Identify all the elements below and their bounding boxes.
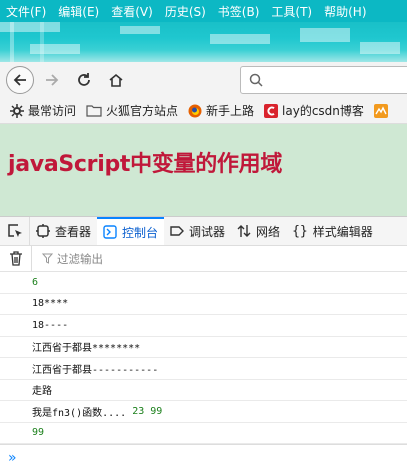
menu-view[interactable]: 查看(V) bbox=[111, 3, 153, 20]
firefox-icon bbox=[188, 104, 202, 118]
gear-icon bbox=[10, 103, 24, 118]
bookmark-most-visited[interactable]: 最常访问 bbox=[10, 102, 76, 119]
filter-icon bbox=[42, 253, 53, 264]
console-input[interactable]: » bbox=[0, 444, 407, 470]
console-row: 18**** bbox=[0, 294, 407, 315]
console-row: 江西省于都县----------- bbox=[0, 358, 407, 380]
console-number: 6 bbox=[32, 276, 39, 288]
trash-icon bbox=[9, 251, 22, 266]
page-content: javaScript中变量的作用域 bbox=[0, 124, 407, 216]
console-text: 18---- bbox=[32, 319, 69, 331]
console-number: 99 bbox=[32, 427, 45, 439]
bookmark-label: 火狐官方站点 bbox=[106, 104, 179, 118]
tab-debugger[interactable]: 调试器 bbox=[164, 217, 231, 245]
debugger-icon bbox=[170, 224, 185, 238]
tab-console[interactable]: 控制台 bbox=[97, 217, 165, 245]
tab-network[interactable]: 网络 bbox=[231, 217, 286, 245]
bookmark-extra-icon bbox=[373, 103, 388, 118]
bookmark-csdn-blog[interactable]: lay的csdn博客 bbox=[264, 102, 364, 119]
console-row: 走路 bbox=[0, 380, 407, 401]
bookmarks-bar: 最常访问 火狐官方站点 新手上路 lay的csdn博客 bbox=[0, 98, 407, 124]
tab-inspector[interactable]: 查看器 bbox=[30, 217, 97, 245]
tab-label: 样式编辑器 bbox=[312, 224, 373, 239]
url-bar[interactable] bbox=[240, 66, 407, 94]
bookmark-firefox-official[interactable]: 火狐官方站点 bbox=[86, 102, 178, 119]
bookmark-label: 新手上路 bbox=[206, 104, 255, 118]
bookmark-label: 最常访问 bbox=[28, 104, 77, 118]
bookmark-getting-started[interactable]: 新手上路 bbox=[188, 102, 254, 119]
console-filter-bar: 过滤输出 bbox=[0, 246, 407, 272]
page-heading: javaScript中变量的作用域 bbox=[8, 152, 283, 177]
menu-edit[interactable]: 编辑(E) bbox=[58, 3, 99, 20]
filter-placeholder: 过滤输出 bbox=[57, 251, 103, 266]
tab-strip bbox=[0, 22, 407, 62]
home-icon bbox=[109, 73, 123, 87]
menu-bookmarks[interactable]: 书签(B) bbox=[218, 3, 260, 20]
element-picker-button[interactable] bbox=[0, 217, 30, 245]
console-prompt-icon: » bbox=[8, 449, 17, 466]
console-row: 99 bbox=[0, 423, 407, 444]
filter-output-input[interactable]: 过滤输出 bbox=[32, 251, 103, 267]
search-icon bbox=[249, 73, 263, 87]
element-picker-icon bbox=[7, 224, 22, 237]
console-text: 我是fn3()函数.... bbox=[32, 407, 133, 419]
folder-icon bbox=[86, 104, 102, 117]
console-number: 23 99 bbox=[132, 405, 163, 417]
menu-history[interactable]: 历史(S) bbox=[165, 3, 206, 20]
tab-label: 控制台 bbox=[122, 225, 159, 240]
console-text: 走路 bbox=[32, 386, 52, 398]
tab-label: 网络 bbox=[256, 224, 281, 239]
style-editor-icon: {} bbox=[292, 223, 308, 239]
bookmark-label: lay的csdn博客 bbox=[282, 104, 364, 118]
back-button[interactable] bbox=[6, 66, 34, 94]
console-row: 我是fn3()函数.... 23 99 bbox=[0, 401, 407, 423]
console-icon bbox=[103, 225, 117, 239]
navigation-bar bbox=[0, 62, 407, 98]
tab-label: 调试器 bbox=[189, 224, 226, 239]
menu-bar: 文件(F) 编辑(E) 查看(V) 历史(S) 书签(B) 工具(T) 帮助(H… bbox=[0, 0, 407, 22]
menu-help[interactable]: 帮助(H) bbox=[324, 3, 366, 20]
console-row: 18---- bbox=[0, 315, 407, 337]
csdn-icon bbox=[264, 103, 279, 118]
network-icon bbox=[237, 224, 251, 238]
home-button[interactable] bbox=[102, 66, 130, 94]
devtools-toolbar: 查看器 控制台 调试器 网络 {} 样式编辑器 bbox=[0, 216, 407, 246]
console-row: 江西省于都县******** bbox=[0, 337, 407, 358]
tab-label: 查看器 bbox=[55, 224, 92, 239]
inspector-icon bbox=[36, 224, 50, 238]
reload-button[interactable] bbox=[70, 66, 98, 94]
console-row: 6 bbox=[0, 272, 407, 294]
console-output: 6 18**** 18---- 江西省于都县******** 江西省于都县---… bbox=[0, 272, 407, 444]
bookmark-overflow[interactable] bbox=[373, 103, 392, 118]
menu-tools[interactable]: 工具(T) bbox=[271, 3, 312, 20]
reload-icon bbox=[78, 73, 90, 86]
forward-button[interactable] bbox=[38, 66, 66, 94]
console-text: 18**** bbox=[32, 298, 69, 310]
back-arrow-icon bbox=[13, 74, 26, 86]
menu-file[interactable]: 文件(F) bbox=[6, 3, 46, 20]
forward-arrow-icon bbox=[46, 74, 59, 86]
clear-console-button[interactable] bbox=[0, 246, 32, 271]
tab-style-editor[interactable]: {} 样式编辑器 bbox=[286, 217, 379, 245]
console-text: 江西省于都县******** bbox=[32, 343, 141, 355]
console-text: 江西省于都县----------- bbox=[32, 364, 159, 376]
